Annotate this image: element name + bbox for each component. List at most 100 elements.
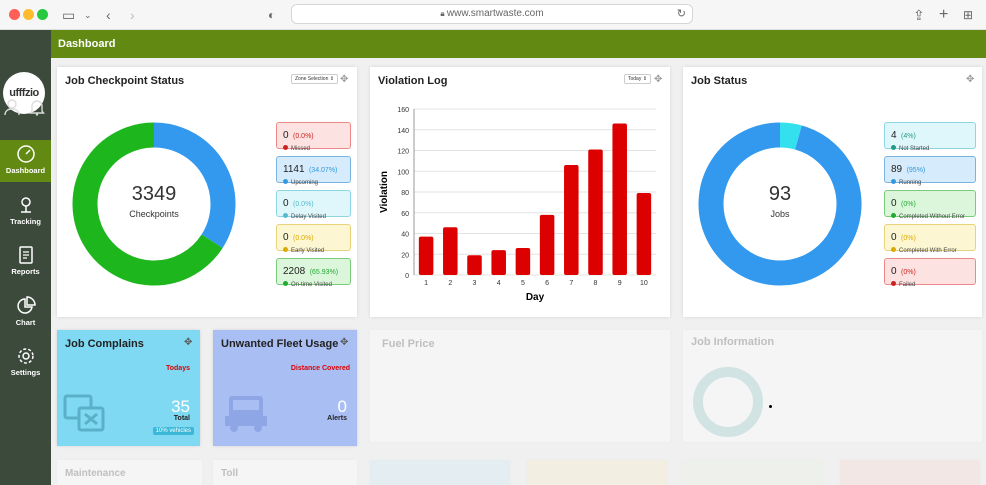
- stat-label: Not Started: [891, 145, 969, 152]
- stat-label: Running: [891, 179, 969, 186]
- bar-day-9[interactable]: [612, 123, 627, 276]
- stat-percent: (0.0%): [293, 235, 314, 242]
- bar-day-7[interactable]: [564, 165, 579, 275]
- y-tick-label: 100: [397, 169, 409, 176]
- share-icon[interactable]: ⇪: [913, 5, 925, 25]
- stat-box-early-visited[interactable]: 0 (0.0%) Early Visited: [276, 224, 351, 254]
- bell-icon[interactable]: [27, 98, 47, 121]
- stat-box-completed-without-error[interactable]: 0 (0%) Completed Without Error: [884, 190, 976, 220]
- forward-icon[interactable]: ›: [130, 5, 135, 25]
- stat-value: 89: [891, 164, 903, 175]
- faded-donut: [693, 367, 763, 437]
- job-complains-card[interactable]: Job Complains ✥ Todays 35 Total 10% vehi…: [57, 330, 200, 446]
- y-tick-label: 60: [401, 211, 409, 218]
- complains-count-label: Total: [173, 415, 190, 422]
- move-icon[interactable]: ✥: [340, 75, 350, 85]
- stat-box-failed[interactable]: 0 (0%) Failed: [884, 258, 976, 288]
- privacy-shield-icon[interactable]: ◐: [268, 5, 275, 25]
- nav-label: Reports: [11, 267, 40, 276]
- violation-log-card: Violation Log Today ⇕ ✥ 0 20 40 60 80 100 120 1…: [370, 67, 670, 317]
- stat-box-delay-visited[interactable]: 0 (0.0%) Delay Visited: [276, 190, 351, 220]
- stat-value: 0: [283, 130, 289, 141]
- nav-reports[interactable]: Reports: [0, 241, 51, 283]
- bar-day-5[interactable]: [515, 248, 531, 275]
- bar-day-8[interactable]: [588, 149, 603, 275]
- stat-label: Missed: [283, 145, 344, 152]
- bar-day-6[interactable]: [539, 214, 555, 275]
- stat-box-not-started[interactable]: 4 (4%) Not Started: [884, 122, 976, 152]
- stat-box-running[interactable]: 89 (95%) Running: [884, 156, 976, 186]
- y-axis-label: Violation: [379, 171, 390, 213]
- stat-label-text: Failed: [899, 282, 916, 288]
- period-dropdown[interactable]: Today ⇕: [624, 74, 651, 84]
- page-title: Dashboard: [58, 38, 116, 50]
- bar-day-10[interactable]: [636, 193, 652, 275]
- url-text: www.smartwaste.com: [446, 8, 544, 19]
- stat-label-text: Completed Without Error: [899, 214, 966, 220]
- maximize-window-button[interactable]: [37, 9, 48, 20]
- y-tick-label: 140: [397, 128, 409, 135]
- chevron-down-icon[interactable]: ⌄: [84, 5, 92, 25]
- stat-label: Upcoming: [283, 179, 344, 186]
- stat-value: 0: [891, 232, 897, 243]
- x-tick-label: 8: [594, 280, 598, 287]
- stat-percent: (0.0%): [293, 201, 314, 208]
- stat-box-on-time-visited[interactable]: 2208 (65.93%) On-time Visited: [276, 258, 351, 288]
- stat-label-text: Missed: [291, 146, 311, 152]
- card-title: Toll: [221, 468, 239, 479]
- total-jobs: 93: [768, 183, 792, 205]
- stat-box-upcoming[interactable]: 1141 (34.07%) Upcoming: [276, 156, 351, 186]
- job-status-card: Job Status ✥ 93 Jobs 4 (4%) Not Started 89…: [683, 67, 982, 317]
- reports-document-icon: [18, 246, 33, 264]
- nav-label: Dashboard: [5, 166, 46, 175]
- stat-box-completed-with-error[interactable]: 0 (0%) Completed With Error: [884, 224, 976, 254]
- status-dot: [891, 281, 896, 286]
- stat-label-text: Completed With Error: [899, 248, 957, 254]
- stat-value: 4: [891, 130, 897, 141]
- stat-box-missed[interactable]: 0 (0.0%) Missed: [276, 122, 351, 152]
- donut-center: 93 Jobs: [730, 183, 830, 219]
- fuel-price-card: Fuel Price: [370, 330, 670, 442]
- status-dot: [283, 247, 288, 252]
- dropdown-value: Today: [628, 76, 642, 82]
- bar-day-4[interactable]: [491, 250, 506, 275]
- donut-segment[interactable]: [779, 122, 802, 150]
- sidebar-toggle-icon[interactable]: ▭: [62, 5, 75, 25]
- bar-day-2[interactable]: [443, 227, 458, 275]
- nav-chart[interactable]: Chart: [0, 292, 51, 334]
- stat-percent: (0.0%): [293, 133, 314, 140]
- stat-value: 0: [283, 232, 289, 243]
- zone-selection-dropdown[interactable]: Zone Selection ⇕: [291, 74, 338, 84]
- move-icon[interactable]: ✥: [654, 75, 664, 85]
- page-header: Dashboard: [0, 30, 986, 58]
- nav-label: Settings: [10, 368, 41, 377]
- y-tick-label: 120: [397, 149, 409, 156]
- minimize-window-button[interactable]: [23, 9, 34, 20]
- close-window-button[interactable]: [9, 9, 20, 20]
- status-dot: [283, 145, 288, 150]
- new-tab-icon[interactable]: +: [939, 5, 948, 25]
- move-icon[interactable]: ✥: [966, 75, 976, 85]
- unwanted-fleet-usage-card[interactable]: Unwanted Fleet Usage ✥ Distance Covered …: [213, 330, 357, 446]
- card-title: Job Status: [691, 75, 748, 87]
- reload-icon[interactable]: ↻: [677, 5, 686, 23]
- bar-day-1[interactable]: [418, 236, 434, 275]
- address-bar[interactable]: 🔒︎ www.smartwaste.com ↻: [291, 4, 693, 24]
- nav-tracking[interactable]: Tracking: [0, 191, 51, 233]
- browser-toolbar: ▭ ⌄ ‹ › ◐ 🔒︎ www.smartwaste.com ↻ ⇪ + ⊞: [0, 0, 986, 30]
- move-icon[interactable]: ✥: [340, 338, 350, 348]
- total-label: Checkpoints: [129, 209, 179, 219]
- user-icon[interactable]: [2, 98, 22, 121]
- bar-day-3[interactable]: [467, 255, 482, 275]
- tab-overview-icon[interactable]: ⊞: [963, 5, 973, 25]
- y-tick-label: 160: [397, 107, 409, 114]
- nav-settings[interactable]: Settings: [0, 342, 51, 384]
- x-tick-label: 5: [521, 280, 525, 287]
- status-dot: [283, 213, 288, 218]
- checkpoint-status-card: Job Checkpoint Status Zone Selection ⇕ ✥…: [57, 67, 357, 317]
- back-icon[interactable]: ‹: [106, 5, 111, 25]
- total-checkpoints: 3349: [131, 183, 177, 205]
- complaint-icon: [63, 394, 105, 432]
- nav-dashboard[interactable]: Dashboard: [0, 140, 51, 182]
- move-icon[interactable]: ✥: [184, 338, 194, 348]
